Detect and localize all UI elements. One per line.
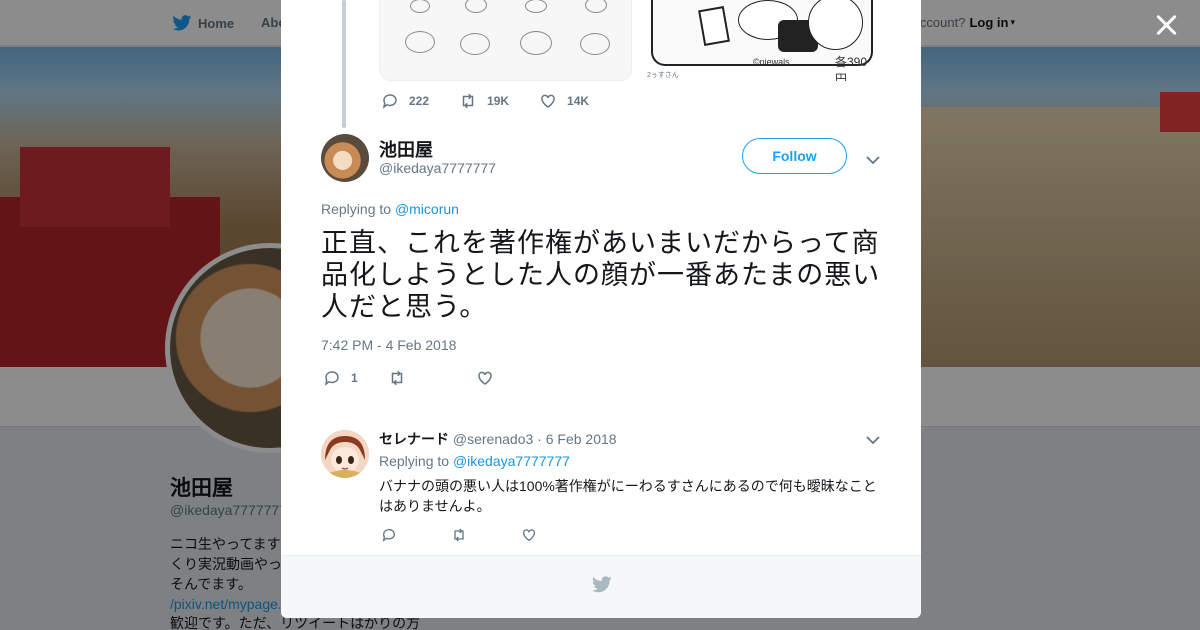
- tweet-author-handle[interactable]: @ikedaya7777777: [379, 160, 496, 176]
- tweet-media-image-1[interactable]: [379, 0, 632, 81]
- retweet-icon: [462, 93, 474, 109]
- tweet-date[interactable]: 6 Feb 2018: [546, 431, 617, 447]
- reply-button[interactable]: [381, 527, 407, 543]
- retweet-button[interactable]: [451, 527, 477, 543]
- reply-count: 1: [351, 371, 358, 385]
- parent-tweet-actions: 222 19K 14K: [381, 92, 619, 110]
- tweet-modal: ©niewals 各390円 2ぅすさん 222 19K 14K 池田屋 @ik…: [281, 0, 921, 618]
- retweet-button[interactable]: [388, 369, 416, 387]
- modal-footer: [281, 555, 921, 618]
- avatar[interactable]: [321, 134, 369, 182]
- like-icon: [523, 529, 535, 542]
- reply-button[interactable]: 222: [381, 92, 429, 110]
- tweet-author-handle[interactable]: @serenado3: [453, 431, 533, 447]
- replying-prefix: Replying to: [321, 201, 392, 217]
- chevron-down-icon[interactable]: [866, 152, 880, 165]
- thread-line: [342, 0, 346, 128]
- reply-button[interactable]: 1: [323, 369, 358, 387]
- reply-tweet-actions: [381, 527, 577, 543]
- like-icon: [541, 94, 555, 108]
- reply-icon: [382, 529, 395, 542]
- tweet-media-image-2[interactable]: ©niewals 各390円 2ぅすさん: [643, 0, 875, 81]
- tweet-text: バナナの頭の悪い人は100%著作権がにーわるすさんにあるので何も曖昧なことはあり…: [379, 478, 877, 514]
- twitter-bird-icon: [592, 576, 612, 593]
- replying-prefix: Replying to: [379, 453, 450, 469]
- retweet-button[interactable]: 19K: [459, 92, 509, 110]
- replying-to-link[interactable]: @ikedaya7777777: [453, 453, 570, 469]
- retweet-icon: [391, 370, 402, 386]
- main-tweet-actions: 1: [323, 369, 534, 387]
- reply-icon: [324, 371, 339, 386]
- avatar[interactable]: [321, 430, 369, 478]
- tweet-author-name[interactable]: セレナード: [379, 431, 449, 447]
- reply-count: 222: [409, 94, 430, 108]
- like-icon: [477, 371, 492, 385]
- media-credit: 2ぅすさん: [647, 72, 679, 79]
- like-button[interactable]: [521, 527, 547, 543]
- tweet-text: 正直、これを著作権があいまいだからって商品化しようとした人の顔が一番あたまの悪い…: [321, 228, 881, 322]
- tweet-author-name[interactable]: 池田屋: [379, 136, 433, 162]
- replying-to-link[interactable]: @micorun: [395, 201, 459, 217]
- replying-to: Replying to @micorun: [321, 201, 459, 217]
- separator-dot: ·: [537, 431, 542, 447]
- retweet-icon: [454, 528, 464, 542]
- anime-character-avatar-image: [321, 430, 369, 478]
- like-button[interactable]: [476, 369, 504, 387]
- reply-icon: [382, 94, 397, 109]
- reply-tweet-header: セレナード @serenado3 · 6 Feb 2018: [379, 429, 617, 449]
- chevron-down-icon[interactable]: [866, 432, 880, 445]
- media-brand: ©niewals: [753, 57, 790, 67]
- media-price: 各390円: [835, 55, 868, 81]
- retweet-count: 19K: [487, 94, 510, 108]
- follow-button[interactable]: Follow: [742, 138, 847, 174]
- like-button[interactable]: 14K: [539, 92, 589, 110]
- replying-to: Replying to @ikedaya7777777: [379, 453, 570, 469]
- like-count: 14K: [567, 94, 590, 108]
- tweet-timestamp[interactable]: 7:42 PM - 4 Feb 2018: [321, 337, 456, 353]
- close-icon[interactable]: [1154, 12, 1180, 38]
